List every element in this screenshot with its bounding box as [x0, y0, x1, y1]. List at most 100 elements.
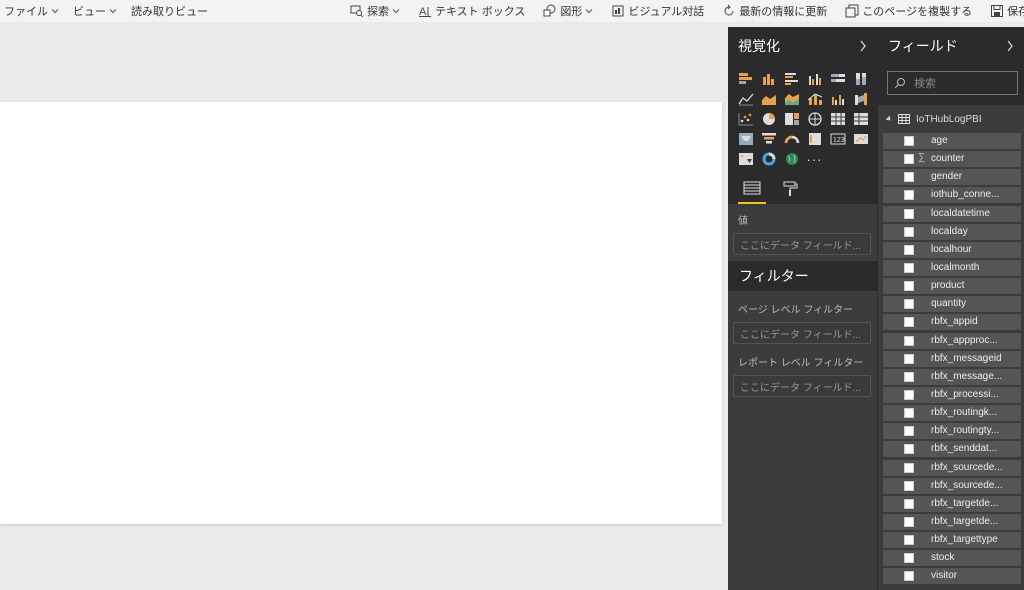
filled-map-icon[interactable] [826, 109, 849, 129]
field-checkbox[interactable] [904, 353, 914, 364]
kpi-icon[interactable] [849, 129, 872, 149]
100-stacked-bar-chart-icon[interactable] [826, 69, 849, 89]
textbox-button[interactable]: A テキスト ボックス [414, 0, 529, 22]
clustered-column-chart-icon[interactable] [803, 69, 826, 89]
field-item[interactable]: rbfx_processi... [883, 386, 1021, 403]
gauge-icon[interactable] [780, 129, 803, 149]
field-checkbox[interactable] [904, 462, 914, 473]
100-stacked-column-chart-icon[interactable] [849, 69, 872, 89]
visual-interaction-button[interactable]: ビジュアル対話 [607, 0, 708, 22]
multi-row-card-icon[interactable] [803, 129, 826, 149]
tab-fields-well[interactable] [738, 174, 766, 204]
scatter-chart-icon[interactable] [734, 109, 757, 129]
field-checkbox[interactable] [904, 136, 914, 146]
stacked-column-chart-icon[interactable] [757, 69, 780, 89]
field-item[interactable]: gender [883, 169, 1021, 186]
more-visuals-icon[interactable]: ··· [803, 149, 826, 169]
globe-map-icon[interactable] [780, 149, 803, 169]
field-checkbox[interactable] [904, 208, 914, 219]
fields-search-input[interactable]: 検索 [887, 71, 1018, 95]
chevron-right-icon[interactable] [859, 40, 867, 52]
field-checkbox[interactable] [904, 244, 914, 255]
menu-view[interactable]: ビュー [69, 0, 121, 22]
refresh-button[interactable]: 最新の情報に更新 [718, 0, 831, 22]
field-item[interactable]: product [883, 278, 1021, 295]
map-icon[interactable] [803, 109, 826, 129]
field-checkbox[interactable] [904, 154, 914, 165]
field-checkbox[interactable] [904, 262, 914, 273]
field-checkbox[interactable] [904, 299, 914, 310]
field-item[interactable]: rbfx_message... [883, 368, 1021, 385]
report-page[interactable] [0, 102, 722, 524]
field-item[interactable]: localdatetime [883, 205, 1021, 222]
chevron-right-icon[interactable] [1006, 40, 1014, 52]
area-chart-icon[interactable] [757, 89, 780, 109]
field-item[interactable]: ∑ counter [883, 151, 1021, 168]
field-item[interactable]: rbfx_appproc... [883, 332, 1021, 349]
field-checkbox[interactable] [904, 535, 914, 546]
field-item[interactable]: rbfx_targettype [883, 532, 1021, 549]
field-checkbox[interactable] [904, 444, 914, 455]
field-item[interactable]: rbfx_appid [883, 314, 1021, 331]
field-checkbox[interactable] [904, 371, 914, 382]
explore-button[interactable]: 探索 [346, 0, 404, 22]
page-level-filter-drop-zone[interactable]: ここにデータ フィールド... [733, 322, 871, 344]
ribbon-chart-icon[interactable] [849, 89, 872, 109]
funnel-table-icon[interactable] [734, 129, 757, 149]
donut-chart-icon[interactable] [757, 149, 780, 169]
expand-triangle-icon[interactable] [885, 115, 893, 123]
treemap-icon[interactable] [780, 109, 803, 129]
slicer-icon[interactable] [734, 149, 757, 169]
field-checkbox[interactable] [904, 317, 914, 328]
field-item[interactable]: rbfx_sourcede... [883, 459, 1021, 476]
line-and-clustered-column-chart-icon[interactable] [826, 89, 849, 109]
menu-reading-view[interactable]: 読み取りビュー [127, 0, 212, 22]
field-checkbox[interactable] [904, 281, 914, 292]
field-checkbox[interactable] [904, 226, 914, 237]
stacked-area-chart-icon[interactable] [780, 89, 803, 109]
pie-chart-icon[interactable] [757, 109, 780, 129]
table-iothublogpbi[interactable]: IoTHubLogPBI [878, 105, 1024, 133]
field-checkbox[interactable] [904, 553, 914, 564]
field-item[interactable]: localmonth [883, 259, 1021, 276]
field-item[interactable]: rbfx_targetde... [883, 513, 1021, 530]
values-drop-zone[interactable]: ここにデータ フィールド... [733, 233, 871, 255]
field-checkbox[interactable] [904, 516, 914, 527]
field-item[interactable]: rbfx_routingk... [883, 405, 1021, 422]
field-checkbox[interactable] [904, 190, 914, 201]
field-checkbox[interactable] [904, 335, 914, 346]
field-item[interactable]: localday [883, 223, 1021, 240]
field-checkbox[interactable] [904, 571, 914, 582]
field-item[interactable]: quantity [883, 296, 1021, 313]
chevron-down-icon [392, 9, 400, 14]
report-level-filter-drop-zone[interactable]: ここにデータ フィールド... [733, 375, 871, 397]
field-item[interactable]: visitor [883, 568, 1021, 585]
field-item[interactable]: iothub_conne... [883, 187, 1021, 204]
field-checkbox[interactable] [904, 172, 914, 183]
menu-file[interactable]: ファイル [0, 0, 63, 22]
field-item[interactable]: localhour [883, 241, 1021, 258]
field-checkbox[interactable] [904, 408, 914, 419]
card-icon[interactable]: 123 [826, 129, 849, 149]
field-item[interactable]: stock [883, 550, 1021, 567]
field-item[interactable]: rbfx_routingty... [883, 423, 1021, 440]
field-item[interactable]: rbfx_senddat... [883, 441, 1021, 458]
tab-format[interactable] [776, 174, 804, 204]
field-checkbox[interactable] [904, 498, 914, 509]
shapes-button[interactable]: 図形 [539, 0, 597, 22]
clustered-bar-chart-icon[interactable] [780, 69, 803, 89]
duplicate-page-button[interactable]: このページを複製する [841, 0, 976, 22]
field-item[interactable]: rbfx_messageid [883, 350, 1021, 367]
stacked-bar-chart-icon[interactable] [734, 69, 757, 89]
field-checkbox[interactable] [904, 480, 914, 491]
save-button[interactable]: 保存 [986, 0, 1024, 22]
field-checkbox[interactable] [904, 426, 914, 437]
field-item[interactable]: rbfx_sourcede... [883, 477, 1021, 494]
funnel-icon[interactable] [757, 129, 780, 149]
field-item[interactable]: age [883, 133, 1021, 149]
line-and-stacked-column-chart-icon[interactable] [803, 89, 826, 109]
line-chart-icon[interactable] [734, 89, 757, 109]
field-checkbox[interactable] [904, 389, 914, 400]
field-item[interactable]: rbfx_targetde... [883, 495, 1021, 512]
matrix-icon[interactable] [849, 109, 872, 129]
